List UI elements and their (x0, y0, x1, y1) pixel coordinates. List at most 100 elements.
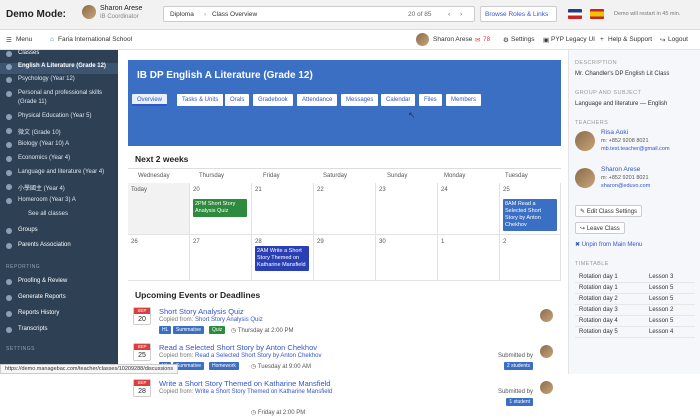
help-support-link[interactable]: Help & Support (608, 36, 652, 43)
teacher-avatar[interactable] (575, 168, 595, 188)
teacher-avatar[interactable] (540, 381, 553, 394)
tab-tasks-units[interactable]: Tasks & Units (177, 94, 224, 106)
logout-icon[interactable]: ↪ (660, 36, 665, 44)
calendar-day[interactable]: Today (128, 183, 190, 235)
sidebar-item-personal-skills-grade[interactable]: (Grade 11) (0, 99, 118, 110)
sidebar-item-homeroom[interactable]: Homeroom (Year 3) A (0, 197, 118, 208)
calendar-day[interactable]: 28 2AM Write a Short Story Themed on Kat… (252, 235, 314, 281)
uk-flag-icon[interactable] (568, 9, 582, 19)
unpin-link[interactable]: ✖ Unpin from Main Menu (575, 241, 642, 248)
tab-overview[interactable]: Overview (132, 94, 168, 106)
logout-link[interactable]: Logout (668, 36, 688, 43)
upcoming-title[interactable]: Write a Short Story Themed on Katharine … (159, 379, 330, 388)
reports-icon (6, 295, 12, 301)
sidebar-classes-header[interactable]: Classes (0, 50, 118, 61)
calendar-day[interactable]: 1 (438, 235, 500, 281)
prev-icon[interactable]: ‹ (448, 11, 450, 18)
sidebar-item-english[interactable]: English A Literature (Grade 12) (0, 63, 118, 74)
calendar-event-mansfield[interactable]: 2AM Write a Short Story Themed on Kathar… (255, 246, 309, 271)
sidebar-groups[interactable]: Groups (0, 227, 118, 238)
teacher-email[interactable]: mb.test.teacher@gmail.com (601, 146, 670, 152)
teacher-avatar[interactable] (540, 345, 553, 358)
leave-class-button[interactable]: ↪ Leave Class (575, 222, 625, 234)
teacher-name[interactable]: Sharon Arese (601, 166, 640, 173)
sidebar-transcripts[interactable]: Transcripts (0, 326, 118, 337)
sidebar-generate-reports[interactable]: Generate Reports (0, 294, 118, 305)
edit-class-settings-button[interactable]: ✎ Edit Class Settings (575, 205, 643, 217)
tab-orals[interactable]: Orals (225, 94, 250, 106)
pyp-legacy-link[interactable]: PYP Legacy UI (551, 36, 595, 43)
home-icon[interactable]: ⌂ (50, 36, 54, 43)
student-count[interactable]: 1 student (506, 398, 533, 406)
tab-messages[interactable]: Messages (341, 94, 379, 106)
breadcrumb-sep-icon: › (204, 11, 207, 18)
settings-link[interactable]: Settings (511, 36, 535, 43)
browse-roles-button[interactable]: Browse Roles & Links (480, 6, 557, 22)
bullet-icon (6, 184, 12, 190)
demo-user-name[interactable]: Sharon Arese (100, 5, 142, 12)
tab-attendance[interactable]: Attendance (297, 94, 338, 106)
sidebar-proofing[interactable]: Proofing & Review (0, 278, 118, 289)
gear-icon[interactable]: ⚙ (503, 36, 509, 44)
calendar-day[interactable]: 22 (314, 183, 376, 235)
tab-calendar[interactable]: Calendar (381, 94, 416, 106)
upcoming-title[interactable]: Short Story Analysis Quiz (159, 307, 244, 316)
sidebar-item-pe[interactable]: Physical Education (Year 5) (0, 113, 118, 124)
legacy-icon[interactable]: ▣ (543, 36, 549, 44)
sidebar-parents[interactable]: Parents Association (0, 242, 118, 253)
calendar-day[interactable]: 20 2PM Short Story Analysis Quiz (190, 183, 252, 235)
calendar-day[interactable]: 25 8AM Read a Selected Short Story by An… (500, 183, 561, 235)
timetable-row: Rotation day 1 Lesson 5 (575, 283, 695, 294)
calendar-event-chekhov[interactable]: 8AM Read a Selected Short Story by Anton… (503, 199, 557, 231)
calendar-day[interactable]: 23 (376, 183, 438, 235)
calendar-day[interactable]: 21 (252, 183, 314, 235)
school-name[interactable]: Faria International School (58, 36, 132, 43)
breadcrumb-class-overview[interactable]: Class Overview (212, 11, 257, 18)
calendar-day[interactable]: 2 (500, 235, 561, 281)
menu-label[interactable]: Menu (16, 36, 32, 43)
teacher-name[interactable]: Risa Aoki (601, 129, 628, 136)
calendar-day[interactable]: 24 (438, 183, 500, 235)
sidebar-see-all[interactable]: See all classes (0, 211, 118, 222)
breadcrumb-diploma[interactable]: Diploma (170, 11, 194, 18)
help-icon[interactable]: + (600, 36, 604, 43)
calendar-day[interactable]: 29 (314, 235, 376, 281)
proofing-icon (6, 279, 12, 285)
nav-user-name[interactable]: Sharon Arese (433, 36, 472, 43)
menu-icon[interactable]: ☰ (6, 36, 12, 44)
calendar-day[interactable]: 30 (376, 235, 438, 281)
breadcrumb-selector[interactable]: Diploma › Class Overview 20 of 85 ‹ › (163, 6, 475, 22)
leave-icon: ↪ (580, 226, 586, 232)
sidebar-item-psychology[interactable]: Psychology (Year 12) (0, 76, 118, 87)
spain-flag-icon[interactable] (590, 9, 604, 19)
calendar-day[interactable]: 27 (190, 235, 252, 281)
sidebar-reports-history[interactable]: Reports History (0, 310, 118, 321)
next-icon[interactable]: › (460, 11, 462, 18)
tab-files[interactable]: Files (419, 94, 442, 106)
breadcrumb-count: 20 of 85 (408, 11, 432, 18)
notification-count[interactable]: 78 (483, 36, 490, 43)
demo-user-avatar[interactable] (82, 5, 96, 19)
nav-avatar[interactable] (416, 33, 429, 46)
sidebar-item-chinese[interactable]: 微文 (Grade 10) (0, 127, 118, 138)
notification-icon[interactable]: ✉ (475, 36, 480, 44)
tab-gradebook[interactable]: Gradebook (253, 94, 293, 106)
parents-icon (6, 243, 12, 249)
dow-thu: Thursday (199, 173, 225, 179)
sidebar-item-biology[interactable]: Biology (Year 10) A (0, 141, 118, 152)
sidebar-item-economics[interactable]: Economics (Year 4) (0, 155, 118, 166)
student-count[interactable]: 2 students (503, 362, 533, 370)
teacher-avatar[interactable] (540, 309, 553, 322)
upcoming-item: SEP 28 Write a Short Story Themed on Kath… (133, 379, 553, 419)
date-badge: SEP 28 (133, 379, 151, 397)
upcoming-title[interactable]: Read a Selected Short Story by Anton Che… (159, 343, 317, 352)
pin-icon: ✖ (575, 242, 581, 248)
calendar-day[interactable]: 26 (128, 235, 190, 281)
sidebar-item-lang-lit[interactable]: Language and literature (Year 4) (0, 169, 118, 180)
calendar-event-quiz[interactable]: 2PM Short Story Analysis Quiz (193, 199, 247, 217)
teacher-avatar[interactable] (575, 131, 595, 151)
dow-sat: Saturday (323, 173, 348, 179)
teacher-email[interactable]: sharon@eduvo.com (601, 183, 650, 189)
tab-members[interactable]: Members (446, 94, 482, 106)
sidebar-item-chinese-year4[interactable]: 小學國主 (Year 4) (0, 183, 118, 194)
